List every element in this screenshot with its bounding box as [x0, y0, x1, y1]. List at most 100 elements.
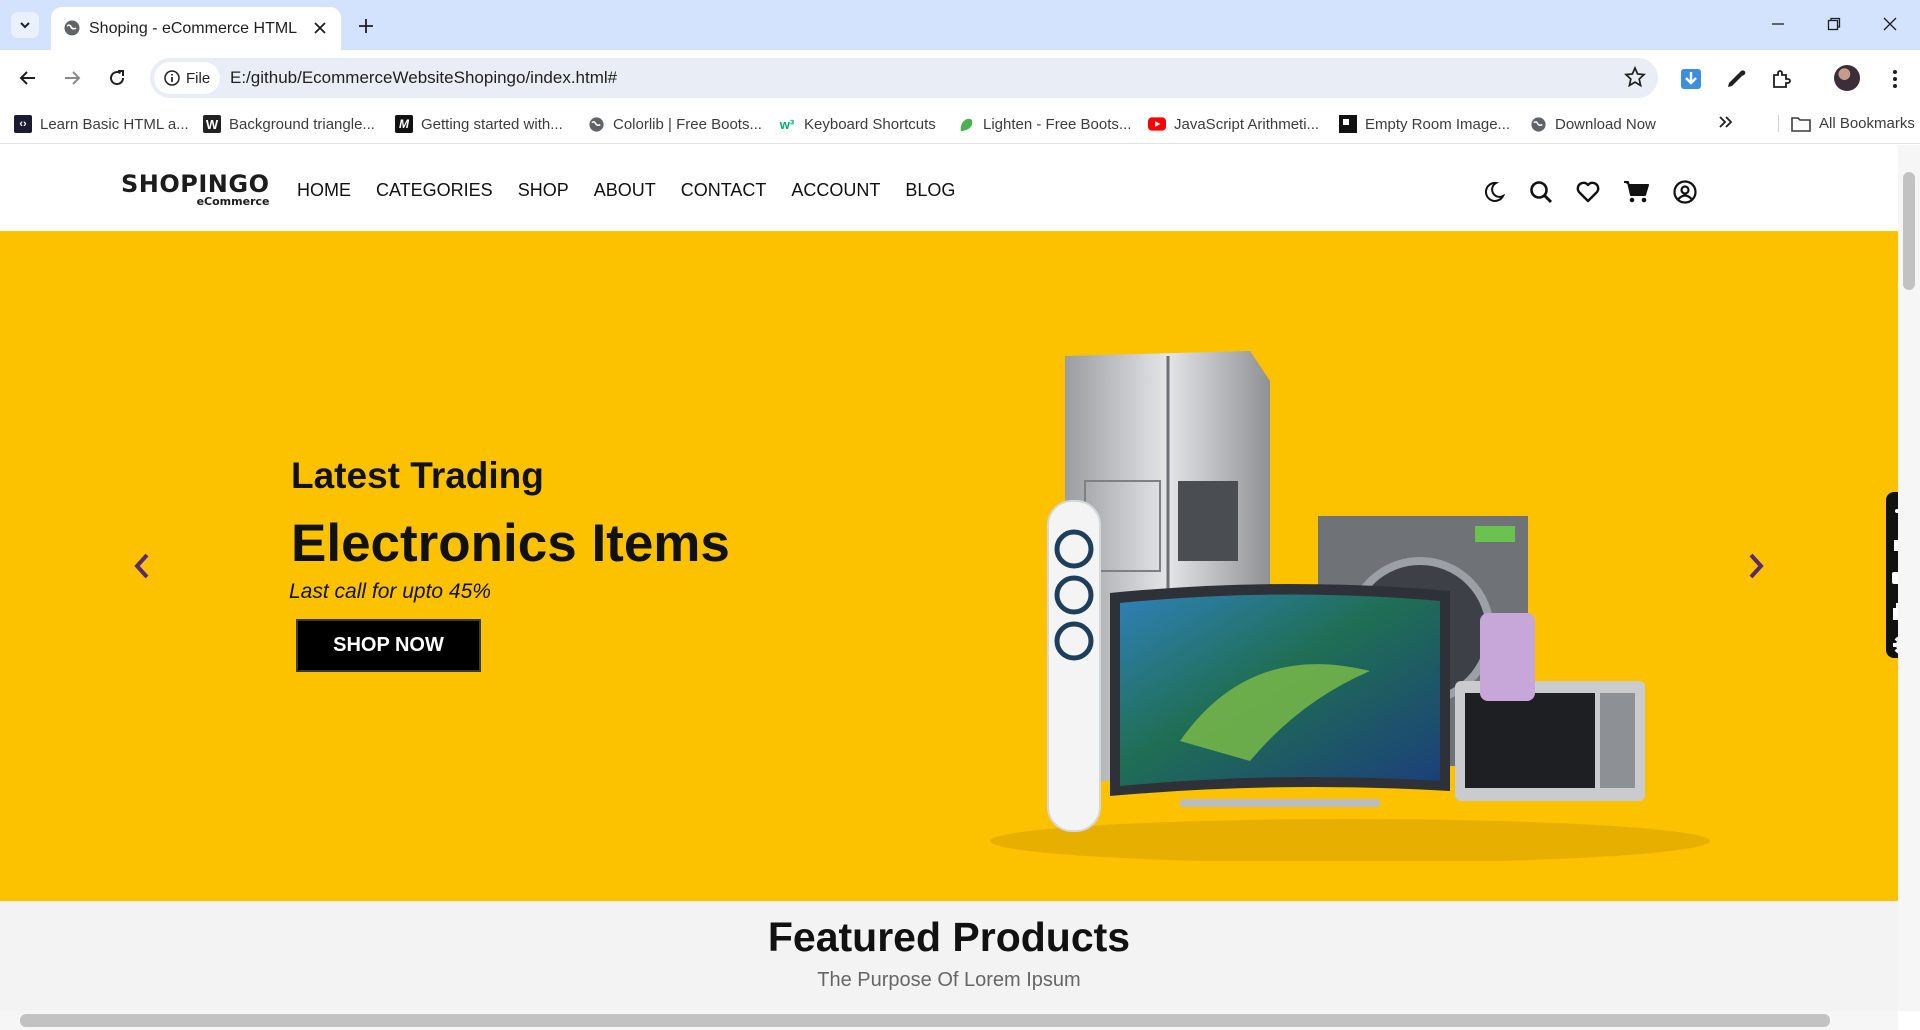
arrow-left-icon [19, 71, 35, 85]
section-title: Featured Products [767, 914, 1131, 960]
info-icon [164, 70, 180, 86]
bookmark-label: Lighten - Free Boots... [983, 115, 1132, 133]
nav-contact[interactable]: CONTACT [681, 180, 767, 201]
browser-toolbar: File E:/github/EcommerceWebsiteShopingo/… [0, 50, 1920, 106]
page-viewport: SHOPINGO eCommerce HOME CATEGORIES SHOP … [0, 145, 1898, 1011]
new-tab-button[interactable] [352, 12, 380, 40]
bookmark-item[interactable]: Lighten - Free Boots... [957, 115, 1131, 133]
close-icon [1883, 17, 1897, 31]
nav-account[interactable]: ACCOUNT [791, 180, 880, 201]
hero-title: Electronics Items [291, 514, 730, 573]
heart-icon[interactable] [1574, 178, 1602, 206]
horizontal-scroll-thumb[interactable] [20, 1014, 1830, 1027]
globe-icon [587, 115, 605, 133]
minimize-icon [1772, 23, 1784, 25]
search-icon[interactable] [1527, 178, 1555, 206]
bookmark-label: Learn Basic HTML a... [40, 115, 189, 133]
close-window-button[interactable] [1870, 8, 1910, 40]
w-logo-icon: W [203, 115, 221, 133]
cart-icon[interactable] [1622, 178, 1650, 206]
square-icon [1339, 115, 1357, 133]
featured-products-section: Featured Products The Purpose Of Lorem I… [0, 901, 1898, 1011]
site-info-chip[interactable]: File [154, 62, 220, 94]
star-icon[interactable] [1624, 65, 1646, 93]
address-bar[interactable]: File E:/github/EcommerceWebsiteShopingo/… [150, 58, 1658, 98]
bookmark-label: Background triangle... [229, 115, 375, 133]
url-text[interactable]: E:/github/EcommerceWebsiteShopingo/index… [230, 68, 617, 88]
m-logo-icon: M [395, 115, 413, 133]
globe-icon [1529, 115, 1547, 133]
site-header: SHOPINGO eCommerce HOME CATEGORIES SHOP … [0, 145, 1898, 231]
moon-icon[interactable] [1480, 178, 1508, 206]
tab-title: Shoping - eCommerce HTML [89, 20, 298, 37]
leaf-icon [957, 115, 975, 133]
bookmark-label: Colorlib | Free Boots... [613, 115, 762, 133]
puzzle-icon [1773, 70, 1791, 88]
shop-now-button[interactable]: SHOP NOW [296, 619, 481, 672]
globe-icon [63, 19, 81, 42]
nav-home[interactable]: HOME [297, 180, 351, 201]
main-nav: HOME CATEGORIES SHOP ABOUT CONTACT ACCOU… [297, 180, 955, 201]
bookmark-item[interactable]: ‹› Learn Basic HTML a... [14, 115, 189, 133]
tab-strip: Shoping - eCommerce HTML [0, 0, 1920, 50]
bookmark-label: JavaScript Arithmeti... [1174, 115, 1320, 133]
w3-logo-icon: w³ [779, 116, 795, 132]
bookmark-label: Keyboard Shortcuts [804, 115, 936, 133]
bookmark-label: Download Now [1555, 115, 1656, 133]
prev-slide-button[interactable] [127, 549, 157, 583]
download-icon [1681, 69, 1701, 89]
user-icon[interactable] [1671, 178, 1699, 206]
next-slide-button[interactable] [1741, 549, 1771, 583]
reload-button[interactable] [101, 62, 133, 94]
tab-search-button[interactable] [11, 12, 39, 38]
bookmark-item[interactable]: w³ Keyboard Shortcuts [778, 115, 936, 133]
bookmark-item[interactable]: M Getting started with... [395, 115, 563, 133]
profile-avatar[interactable] [1834, 65, 1860, 91]
all-bookmarks-button[interactable]: All Bookmarks [1778, 115, 1915, 132]
bookmark-item[interactable]: Empty Room Image... [1339, 115, 1510, 133]
vertical-scroll-thumb[interactable] [1903, 172, 1915, 290]
electronics-hero-image [990, 351, 1710, 861]
restore-icon [1827, 17, 1841, 31]
download-extension-button[interactable] [1676, 64, 1706, 94]
bookmark-item[interactable]: Download Now [1529, 115, 1656, 133]
more-vert-icon [1893, 70, 1897, 88]
forward-button[interactable] [56, 62, 88, 94]
eyedropper-icon [1728, 70, 1746, 87]
bookmark-item[interactable]: W Background triangle... [203, 115, 375, 133]
arrow-right-icon [65, 71, 81, 85]
all-bookmarks-label: All Bookmarks [1819, 115, 1915, 132]
hero-subtitle: Latest Trading [291, 455, 544, 496]
nav-about[interactable]: ABOUT [594, 180, 656, 201]
hero-slider: Latest Trading Electronics Items Last ca… [0, 231, 1898, 901]
back-button[interactable] [12, 62, 44, 94]
plus-icon [359, 19, 373, 33]
bookmark-item[interactable]: JavaScript Arithmeti... [1148, 115, 1319, 133]
chevron-left-icon [134, 553, 149, 579]
section-subtitle: The Purpose Of Lorem Ipsum [817, 969, 1081, 991]
bookmarks-bar: ‹› Learn Basic HTML a... W Background tr… [0, 106, 1920, 144]
bookmark-item[interactable]: Colorlib | Free Boots... [587, 115, 762, 133]
code-icon: ‹› [14, 115, 32, 133]
more-bookmarks-button[interactable] [1718, 115, 1734, 129]
folder-icon [1791, 116, 1811, 132]
minimize-button[interactable] [1758, 8, 1798, 40]
bookmark-label: Getting started with... [421, 115, 563, 133]
extensions-button[interactable] [1766, 64, 1796, 94]
chevron-right-icon [1749, 553, 1764, 579]
site-logo[interactable]: SHOPINGO eCommerce [121, 172, 269, 208]
hero-offer-text: Last call for upto 45% [289, 580, 491, 603]
close-icon[interactable] [309, 17, 331, 39]
chevron-down-icon [20, 22, 30, 29]
nav-shop[interactable]: SHOP [518, 180, 569, 201]
active-tab[interactable]: Shoping - eCommerce HTML [51, 7, 341, 50]
nav-blog[interactable]: BLOG [905, 180, 955, 201]
bookmark-label: Empty Room Image... [1365, 115, 1511, 133]
reload-icon [110, 70, 125, 86]
menu-button[interactable] [1880, 64, 1910, 94]
double-chevron-right-icon [1719, 116, 1733, 128]
restore-button[interactable] [1814, 8, 1854, 40]
nav-categories[interactable]: CATEGORIES [376, 180, 493, 201]
url-chip-label: File [186, 69, 211, 87]
eyedropper-extension-button[interactable] [1721, 64, 1751, 94]
